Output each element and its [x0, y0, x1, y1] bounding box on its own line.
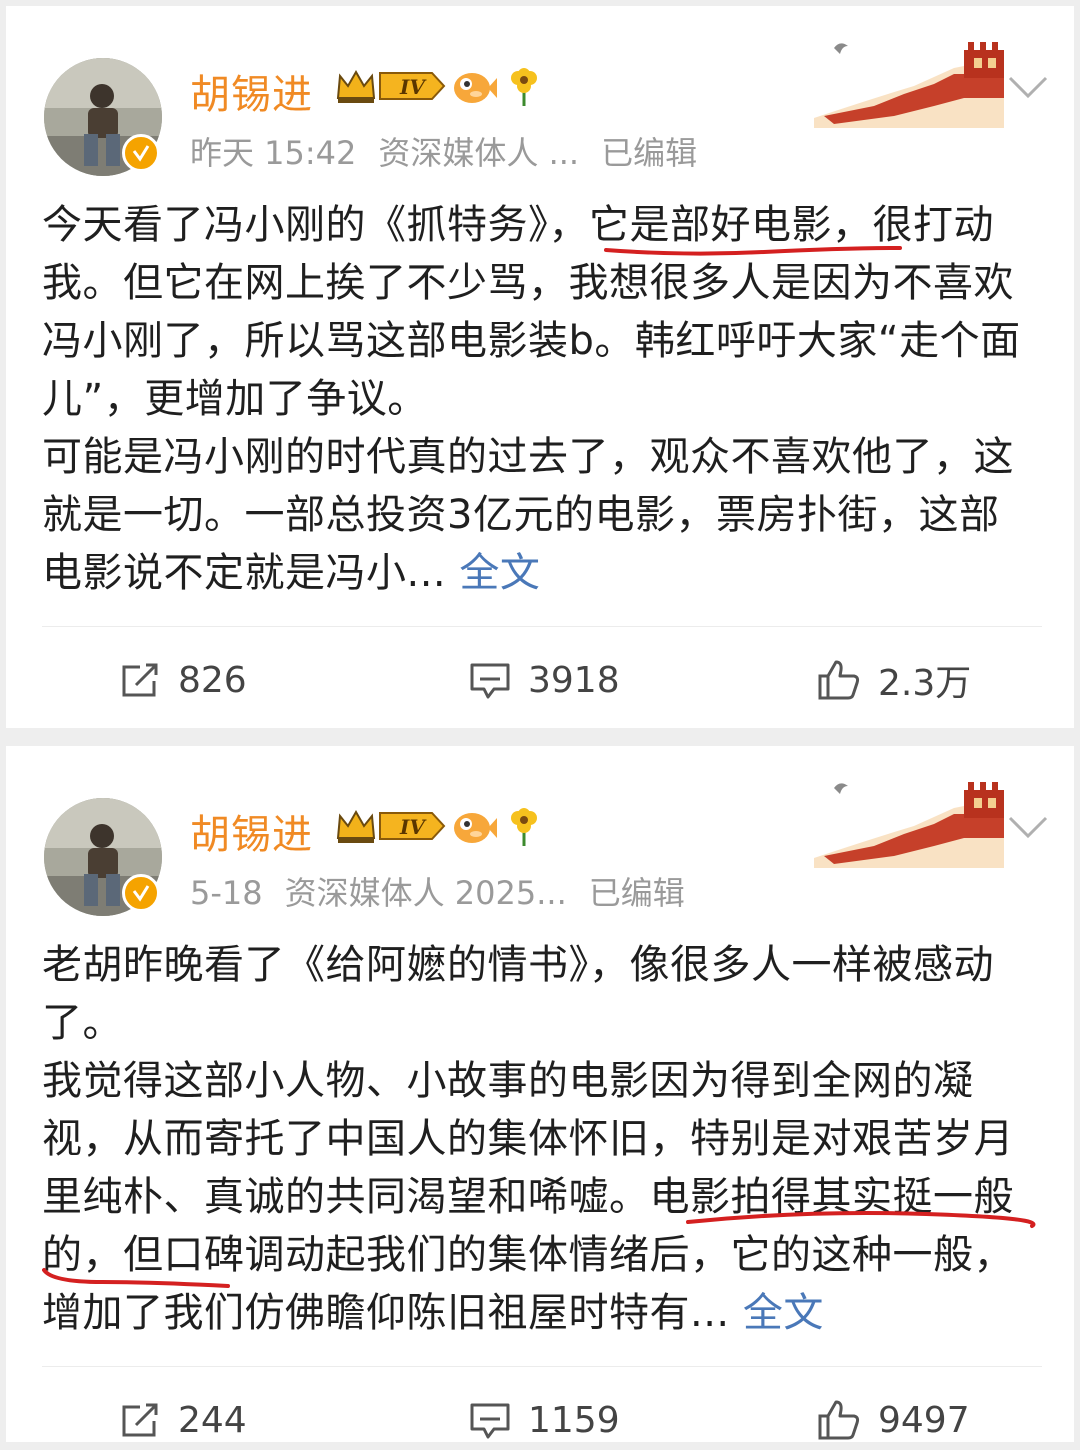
- level-badge: IV: [379, 812, 446, 840]
- post-time: 5-18: [190, 874, 263, 912]
- verified-badge-icon: [122, 874, 160, 912]
- repost-button[interactable]: 826: [120, 650, 247, 710]
- action-bar: 244 1159 9497: [6, 1390, 1074, 1450]
- crown-icon: [336, 69, 376, 103]
- great-wall-decoration: [814, 42, 1004, 128]
- post-time: 昨天 15:42: [190, 134, 357, 172]
- edited-label[interactable]: 已编辑: [601, 134, 697, 172]
- repost-count: 244: [178, 1399, 247, 1441]
- level-text: IV: [399, 75, 427, 99]
- comment-button[interactable]: 1159: [468, 1390, 620, 1450]
- full-text-link[interactable]: 全文: [743, 1290, 824, 1336]
- like-count: 9497: [878, 1399, 970, 1441]
- divider: [42, 626, 1042, 627]
- like-count: 2.3万: [878, 663, 972, 704]
- weibo-post-card: 胡锡进 IV 昨天 15:42 资深媒体人 ... 已编辑 今天看了冯小刚的《抓特务…: [6, 6, 1074, 728]
- post-source: 资深媒体人 2025...: [284, 874, 567, 912]
- like-icon: [818, 660, 860, 700]
- crown-icon: [336, 809, 376, 843]
- comment-count: 1159: [528, 1399, 620, 1441]
- fish-icon: [454, 73, 497, 103]
- edited-label[interactable]: 已编辑: [589, 874, 685, 912]
- like-button[interactable]: 9497: [816, 1390, 970, 1450]
- level-text: IV: [399, 815, 427, 839]
- weibo-post-card: 胡锡进 IV 5-18 资深媒体人 2025... 已编辑 老胡昨晚看了《给阿嬷的情…: [6, 746, 1074, 1442]
- repost-icon: [122, 663, 158, 697]
- repost-icon: [122, 1403, 158, 1437]
- verified-badge-icon: [122, 134, 160, 172]
- level-badge: IV: [379, 72, 446, 100]
- like-icon: [818, 1400, 860, 1440]
- chevron-down-icon[interactable]: [1006, 812, 1050, 842]
- action-bar: 826 3918 2.3万: [6, 650, 1074, 710]
- chevron-down-icon[interactable]: [1006, 72, 1050, 102]
- fish-icon: [454, 813, 497, 843]
- post-meta: 5-18 资深媒体人 2025... 已编辑: [190, 868, 707, 914]
- comment-button[interactable]: 3918: [468, 650, 620, 710]
- post-paragraph-text: 我觉得这部小人物、小故事的电影因为得到全网的凝视，从而寄托了中国人的集体怀旧，特…: [42, 1058, 1014, 1336]
- username[interactable]: 胡锡进: [190, 62, 313, 120]
- comment-icon: [470, 1403, 510, 1439]
- post-paragraph: 老胡昨晚看了《给阿嬷的情书》，像很多人一样被感动了。: [42, 942, 994, 1046]
- great-wall-decoration: [814, 782, 1004, 868]
- post-text: 今天看了冯小刚的《抓特务》，它是部好电影，很打动我。但它在网上挨了不少骂，我想很…: [42, 196, 1034, 602]
- repost-count: 826: [178, 659, 247, 701]
- username[interactable]: 胡锡进: [190, 802, 313, 860]
- post-meta: 昨天 15:42 资深媒体人 ... 已编辑: [190, 128, 719, 174]
- flower-icon: [511, 68, 537, 106]
- comment-icon: [470, 663, 510, 699]
- like-button[interactable]: 2.3万: [816, 650, 971, 710]
- comment-count: 3918: [528, 659, 620, 701]
- divider: [42, 1366, 1042, 1367]
- post-text: 老胡昨晚看了《给阿嬷的情书》，像很多人一样被感动了。 我觉得这部小人物、小故事的…: [42, 936, 1034, 1342]
- post-source: 资深媒体人 ...: [378, 134, 580, 172]
- post-paragraph: 我觉得这部小人物、小故事的电影因为得到全网的凝视，从而寄托了中国人的集体怀旧，特…: [42, 1052, 1034, 1342]
- post-paragraph: 今天看了冯小刚的《抓特务》，它是部好电影，很打动我。但它在网上挨了不少骂，我想很…: [42, 202, 1021, 422]
- full-text-link[interactable]: 全文: [459, 550, 540, 596]
- repost-button[interactable]: 244: [120, 1390, 247, 1450]
- post-paragraph: 可能是冯小刚的时代真的过去了，观众不喜欢他了，这就是一切。一部总投资3亿元的电影…: [42, 428, 1034, 602]
- flower-icon: [511, 808, 537, 846]
